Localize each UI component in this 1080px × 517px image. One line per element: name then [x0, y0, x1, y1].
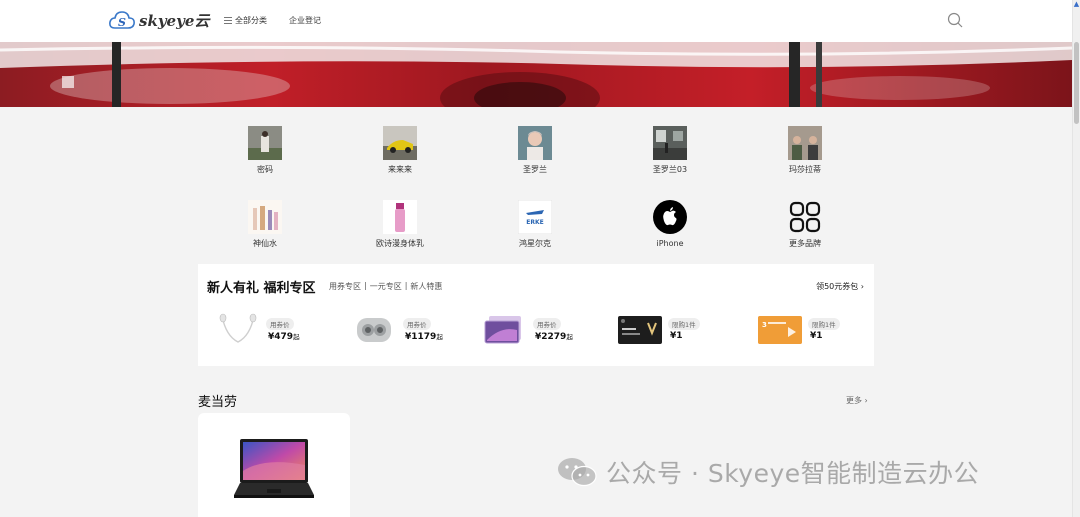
brand-room-image — [653, 126, 687, 160]
tablet-image — [484, 316, 521, 344]
product-earbuds[interactable]: 用券价 ¥1179起 — [353, 312, 483, 348]
brand-item-mima[interactable]: 密码 — [220, 126, 310, 175]
logo-text: skyeye云 — [139, 11, 210, 30]
brand-portrait-image — [518, 126, 552, 160]
brand-label: 圣罗兰03 — [652, 165, 688, 174]
price-tag: 限购1件 — [668, 318, 700, 330]
brand-item-more-brands[interactable]: 更多品牌 — [760, 200, 850, 249]
apple-logo-icon — [653, 200, 687, 234]
price-suffix: 起 — [566, 333, 573, 341]
svg-text:3: 3 — [762, 321, 767, 329]
product-price: ¥1 — [670, 331, 683, 341]
watermark-text: 公众号 · Skyeye智能制造云办公 — [606, 459, 980, 488]
scrollbar-thumb[interactable] — [1074, 42, 1079, 124]
banner-artwork — [0, 42, 1072, 107]
search-icon[interactable] — [946, 11, 964, 29]
nav-all-categories[interactable]: 全部分类 — [224, 15, 267, 26]
brand-item-iphone[interactable]: iPhone — [625, 200, 715, 249]
cloud-logo-icon: S — [109, 11, 135, 29]
nav-label: 企业登记 — [289, 16, 321, 25]
logo[interactable]: S skyeye云 — [108, 9, 209, 31]
erke-logo-icon: ERKE — [518, 200, 552, 234]
brand-lotion-image — [383, 200, 417, 234]
product-vip-card[interactable]: 限购1件 ¥1 — [618, 312, 748, 348]
coupon-pack-link[interactable]: 领50元券包 › — [816, 281, 864, 292]
earphones-image — [219, 313, 257, 343]
brand-item-ysl03[interactable]: 圣罗兰03 — [625, 126, 715, 175]
brand-item-shenxianshui[interactable]: 神仙水 — [220, 200, 310, 249]
price-value: ¥1 — [670, 331, 683, 341]
main-nav: 全部分类 企业登记 — [224, 15, 321, 26]
subtab-divider: | — [404, 281, 408, 290]
nav-label: 全部分类 — [235, 16, 267, 25]
product-video-vip-card[interactable]: 3 限购1件 ¥1 — [758, 312, 888, 348]
price-value: ¥479 — [268, 332, 294, 342]
car-banner-image[interactable] — [0, 42, 1072, 107]
video-vip-card-image: 3 — [758, 316, 802, 344]
price-value: ¥1 — [810, 331, 823, 341]
brand-label: 玛莎拉蒂 — [789, 165, 821, 174]
brand-item-maserati[interactable]: 玛莎拉蒂 — [760, 126, 850, 175]
welfare-subtabs: 用券专区 | 一元专区 | 新人特惠 — [329, 281, 442, 292]
price-value: ¥2279 — [535, 332, 567, 342]
welfare-zone-card: 新人有礼 福利专区 用券专区 | 一元专区 | 新人特惠 领50元券包 › 用券… — [198, 264, 874, 366]
menu-icon — [224, 17, 232, 24]
brand-item-ysl[interactable]: 圣罗兰 — [490, 126, 580, 175]
subtab-divider: | — [364, 281, 367, 290]
brand-label: 欧诗漫身体乳 — [376, 239, 424, 248]
brand-label: 神仙水 — [253, 239, 277, 248]
price-tag: 用券价 — [533, 318, 561, 330]
subtab-coupon-zone[interactable]: 用券专区 — [329, 281, 361, 292]
price-value: ¥1179 — [405, 332, 437, 342]
price-tag: 限购1件 — [808, 318, 840, 330]
section-more-link[interactable]: 更多 › — [846, 395, 868, 406]
brand-perfume-image — [248, 200, 282, 234]
brand-item-laiailai[interactable]: 来来来 — [355, 126, 445, 175]
earbuds-image — [357, 318, 391, 342]
top-header: S skyeye云 全部分类 企业登记 — [0, 0, 1072, 42]
scroll-up-arrow-icon[interactable]: ▲ — [1073, 0, 1080, 9]
grid-more-icon — [789, 201, 821, 233]
brand-label: iPhone — [656, 239, 684, 248]
product-price: ¥1 — [810, 331, 823, 341]
section-title: 麦当劳 — [198, 395, 238, 410]
nav-enterprise-register[interactable]: 企业登记 — [289, 15, 321, 26]
product-earphones[interactable]: 用券价 ¥479起 — [216, 312, 346, 348]
brand-item-erke[interactable]: ERKE 鸿星尔克 — [490, 200, 580, 249]
goods-card[interactable] — [198, 413, 350, 517]
subtab-new-user-deals[interactable]: 新人特惠 — [410, 281, 442, 292]
vip-card-image — [618, 316, 662, 344]
price-suffix: 起 — [436, 333, 443, 341]
product-price: ¥1179起 — [405, 331, 443, 342]
price-tag: 用券价 — [403, 318, 431, 330]
laptop-image — [234, 439, 314, 498]
svg-text:ERKE: ERKE — [526, 219, 543, 226]
welfare-title: 新人有礼 福利专区 — [207, 281, 316, 296]
brand-label: 鸿星尔克 — [519, 239, 551, 248]
brand-label: 来来来 — [388, 165, 412, 174]
brand-item-oushiman[interactable]: 欧诗漫身体乳 — [355, 200, 445, 249]
brand-people-image — [788, 126, 822, 160]
wechat-watermark: 公众号 · Skyeye智能制造云办公 — [556, 454, 979, 490]
brand-label: 圣罗兰 — [523, 165, 547, 174]
brand-label: 密码 — [257, 165, 273, 174]
wechat-icon — [558, 458, 597, 487]
brand-car-image — [383, 126, 417, 160]
brand-photo-image — [248, 126, 282, 160]
brand-label: 更多品牌 — [789, 239, 821, 248]
product-price: ¥2279起 — [535, 331, 573, 342]
price-suffix: 起 — [293, 333, 300, 341]
product-tablet[interactable]: 用券价 ¥2279起 — [483, 312, 613, 348]
svg-text:S: S — [118, 16, 126, 29]
subtab-one-yuan-zone[interactable]: 一元专区 — [370, 281, 402, 292]
product-price: ¥479起 — [268, 331, 300, 342]
price-tag: 用券价 — [266, 318, 294, 330]
